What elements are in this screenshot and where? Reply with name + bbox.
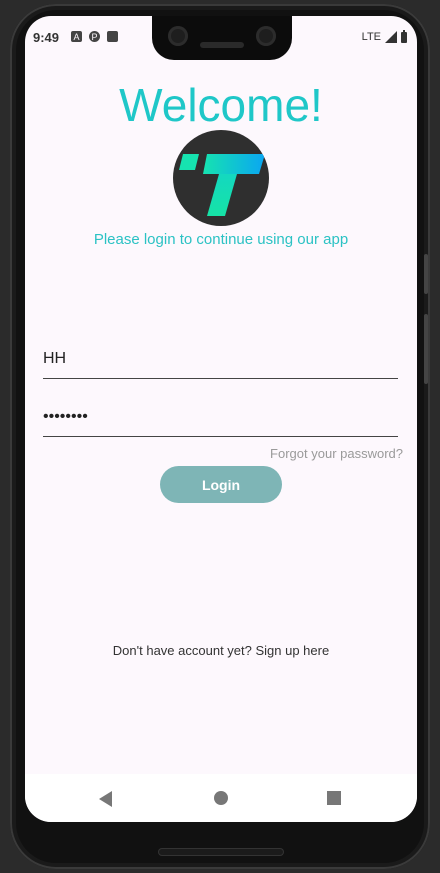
signal-icon — [385, 31, 397, 43]
username-input[interactable] — [43, 350, 398, 368]
home-icon[interactable] — [214, 791, 228, 805]
login-subtitle: Please login to continue using our app — [93, 231, 349, 248]
logo-t-icon — [179, 154, 265, 216]
power-button — [424, 314, 428, 384]
network-type: LTE — [361, 31, 381, 43]
volume-button — [424, 254, 428, 294]
recent-apps-icon[interactable] — [327, 791, 341, 805]
password-input[interactable] — [43, 408, 398, 426]
navigation-bar — [25, 774, 417, 822]
screen: 9:49 A P LTE Welcome! Please login to co… — [25, 16, 417, 822]
bottom-speaker — [158, 848, 284, 856]
app-logo — [173, 130, 269, 226]
p-icon: P — [89, 31, 100, 42]
front-camera-icon — [168, 26, 188, 46]
status-time: 9:49 — [33, 30, 60, 45]
username-field[interactable] — [43, 342, 398, 379]
back-icon[interactable] — [99, 791, 112, 807]
a-icon: A — [71, 31, 82, 42]
login-button[interactable]: Login — [160, 466, 282, 503]
forgot-password-link[interactable]: Forgot your password? — [270, 446, 403, 461]
page-title: Welcome! — [119, 79, 323, 131]
front-sensor-icon — [256, 26, 276, 46]
status-icons: A P — [71, 31, 118, 42]
sd-card-icon — [107, 31, 118, 42]
status-right: LTE — [361, 29, 407, 43]
earpiece-speaker — [200, 42, 244, 48]
password-field[interactable] — [43, 400, 398, 437]
signup-link[interactable]: Don't have account yet? Sign up here — [25, 643, 417, 658]
battery-icon — [401, 29, 407, 43]
camera-notch — [152, 16, 292, 60]
